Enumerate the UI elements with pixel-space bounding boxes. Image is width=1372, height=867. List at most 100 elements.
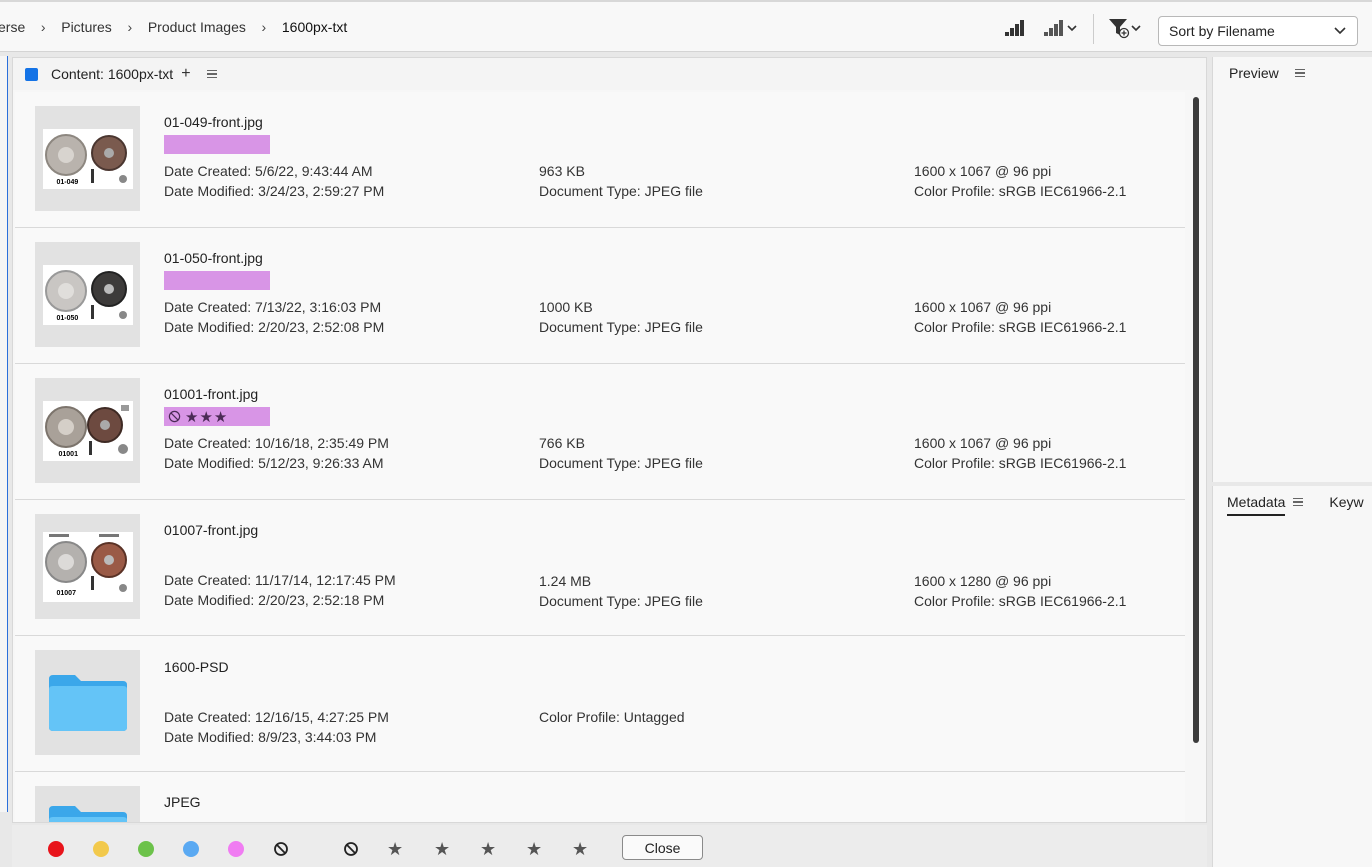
tab-metadata[interactable]: Metadata	[1227, 494, 1286, 516]
dates-column: Date Created: 11/17/14, 12:17:45 PM Date…	[164, 570, 396, 610]
breadcrumb-item-product-images[interactable]: Product Images	[148, 19, 246, 35]
color-profile: Color Profile: sRGB IEC61966-2.1	[914, 319, 1127, 335]
thumbnail[interactable]: 01-050	[35, 242, 140, 347]
thumbnail-caption: 01007	[56, 589, 76, 597]
date-modified: Date Modified: 8/9/23, 3:44:03 PM	[164, 729, 377, 745]
thumbnail[interactable]	[35, 786, 140, 822]
thumbnail-caption: 01-050	[56, 314, 79, 322]
color-profile: Color Profile: Untagged	[539, 709, 685, 725]
dimensions: 1600 x 1067 @ 96 ppi	[914, 163, 1052, 179]
thumbnail-caption: 01-049	[56, 178, 79, 186]
thumbnail[interactable]	[35, 650, 140, 755]
folders-panel-edge	[0, 56, 8, 812]
content-panel: Content: 1600px-txt + 01-049 01-049-fron…	[12, 57, 1207, 823]
label-green-dot[interactable]	[138, 841, 154, 857]
rating-stars: ★★★	[185, 408, 229, 426]
star-1-icon[interactable]: ★	[387, 839, 403, 860]
star-4-icon[interactable]: ★	[526, 839, 542, 860]
thumbnail[interactable]: 01-049	[35, 106, 140, 211]
image-info-column: 1600 x 1280 @ 96 ppi Color Profile: sRGB…	[914, 571, 1126, 611]
content-list: 01-049 01-049-front.jpg Date Created: 5/…	[15, 92, 1185, 822]
date-modified: Date Modified: 2/20/23, 2:52:08 PM	[164, 319, 385, 335]
label-bar	[164, 135, 270, 154]
list-item[interactable]: 01007 01007-front.jpg Date Created: 11/1…	[15, 500, 1185, 636]
folder-icon	[48, 806, 127, 822]
dimensions: 1600 x 1280 @ 96 ppi	[914, 573, 1052, 589]
chevron-right-icon: ›	[127, 19, 133, 35]
no-label-icon[interactable]	[273, 841, 289, 857]
date-created: Date Created: 10/16/18, 2:35:49 PM	[164, 435, 389, 451]
sort-quality-icon[interactable]	[1004, 16, 1026, 40]
panel-menu-icon[interactable]	[1293, 497, 1304, 507]
metadata-panel-header: Metadata Keyw	[1213, 486, 1372, 518]
date-modified: Date Modified: 5/12/23, 9:26:33 AM	[164, 455, 384, 471]
preview-panel-title[interactable]: Preview	[1229, 65, 1279, 81]
list-item[interactable]: 01001 01001-front.jpg ★★★ Date Created: …	[15, 364, 1185, 500]
metadata-panel: Metadata Keyw	[1212, 486, 1372, 867]
preview-panel: Preview	[1212, 57, 1372, 482]
label-bar: ★★★	[164, 407, 270, 426]
thumbnail-caption: 01001	[58, 450, 78, 458]
dimensions: 1600 x 1067 @ 96 ppi	[914, 299, 1052, 315]
size-column: 766 KB Document Type: JPEG file	[539, 433, 703, 473]
file-size: 1000 KB	[539, 299, 593, 315]
thumbnail[interactable]: 01001	[35, 378, 140, 483]
file-name: 01-050-front.jpg	[164, 250, 263, 266]
date-created: Date Created: 12/16/15, 4:27:25 PM	[164, 709, 389, 725]
clutch-kit-image: 01007	[42, 531, 133, 602]
filter-icon[interactable]	[1107, 16, 1145, 40]
panel-menu-icon[interactable]	[1294, 68, 1305, 78]
date-modified: Date Modified: 2/20/23, 2:52:18 PM	[164, 592, 385, 608]
date-modified: Date Modified: 3/24/23, 2:59:27 PM	[164, 183, 385, 199]
dates-column: Date Created: 5/6/22, 9:43:44 AM Date Mo…	[164, 161, 384, 201]
file-size: 766 KB	[539, 435, 585, 451]
image-info-column: 1600 x 1067 @ 96 ppi Color Profile: sRGB…	[914, 161, 1126, 201]
clutch-kit-image: 01-050	[42, 264, 133, 325]
file-name: 01-049-front.jpg	[164, 114, 263, 130]
label-yellow-dot[interactable]	[93, 841, 109, 857]
label-red-dot[interactable]	[48, 841, 64, 857]
date-created: Date Created: 7/13/22, 3:16:03 PM	[164, 299, 382, 315]
star-5-icon[interactable]: ★	[572, 839, 588, 860]
close-button[interactable]: Close	[622, 835, 703, 860]
document-type: Document Type: JPEG file	[539, 593, 703, 609]
document-type: Document Type: JPEG file	[539, 183, 703, 199]
content-scrollbar[interactable]	[1193, 97, 1199, 743]
star-3-icon[interactable]: ★	[480, 839, 496, 860]
thumbnail-quality-dropdown-icon[interactable]	[1043, 16, 1079, 40]
breadcrumb-item-parent[interactable]: erse	[0, 19, 25, 35]
label-bar	[164, 271, 270, 290]
color-profile: Color Profile: sRGB IEC61966-2.1	[914, 183, 1127, 199]
add-tab-icon[interactable]: +	[181, 65, 190, 83]
label-purple-dot[interactable]	[228, 841, 244, 857]
star-2-icon[interactable]: ★	[434, 839, 450, 860]
filter-bar: ★ ★ ★ ★ ★ Close	[12, 825, 1207, 867]
dates-column: Date Created: 7/13/22, 3:16:03 PM Date M…	[164, 297, 384, 337]
breadcrumb: erse › Pictures › Product Images › 1600p…	[0, 2, 347, 52]
chevron-right-icon: ›	[261, 19, 267, 35]
folder-icon	[48, 674, 127, 731]
sort-dropdown-label: Sort by Filename	[1169, 23, 1275, 39]
dates-column: Date Created: 10/16/18, 2:35:49 PM Date …	[164, 433, 389, 473]
size-column: 1000 KB Document Type: JPEG file	[539, 297, 703, 337]
label-blue-dot[interactable]	[183, 841, 199, 857]
clutch-kit-image: 01001	[42, 400, 133, 461]
size-column: 963 KB Document Type: JPEG file	[539, 161, 703, 201]
sort-dropdown[interactable]: Sort by Filename	[1158, 16, 1358, 46]
thumbnail[interactable]: 01007	[35, 514, 140, 619]
file-name: 01007-front.jpg	[164, 522, 259, 538]
list-item[interactable]: JPEG	[15, 772, 1185, 822]
color-profile: Color Profile: sRGB IEC61966-2.1	[914, 593, 1127, 609]
breadcrumb-item-pictures[interactable]: Pictures	[61, 19, 112, 35]
panel-menu-icon[interactable]	[206, 69, 217, 79]
reject-icon[interactable]	[343, 841, 359, 857]
dimensions: 1600 x 1067 @ 96 ppi	[914, 435, 1052, 451]
list-item[interactable]: 1600-PSD Date Created: 12/16/15, 4:27:25…	[15, 636, 1185, 772]
image-info-column: 1600 x 1067 @ 96 ppi Color Profile: sRGB…	[914, 297, 1126, 337]
dates-column: Date Created: 12/16/15, 4:27:25 PM Date …	[164, 707, 389, 747]
breadcrumb-item-current[interactable]: 1600px-txt	[282, 19, 347, 35]
reject-icon	[168, 410, 181, 423]
list-item[interactable]: 01-049 01-049-front.jpg Date Created: 5/…	[15, 92, 1185, 228]
tab-keywords[interactable]: Keyw	[1329, 494, 1363, 510]
list-item[interactable]: 01-050 01-050-front.jpg Date Created: 7/…	[15, 228, 1185, 364]
